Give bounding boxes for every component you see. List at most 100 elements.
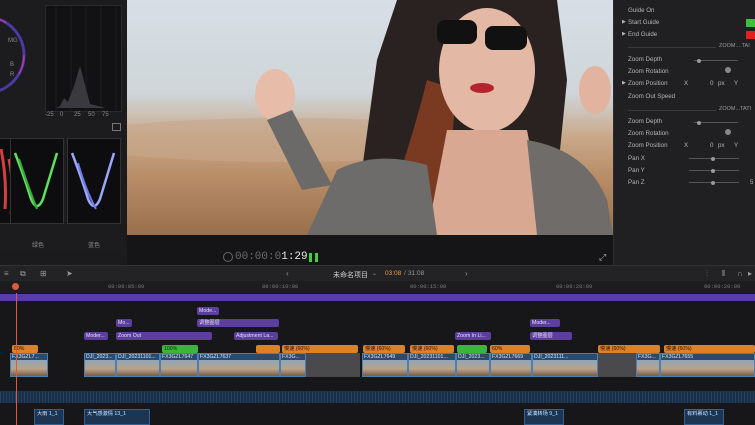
section-header-zoom-out: ZOOM...TATI — [719, 106, 752, 112]
waveform-green-label: 绿色 — [32, 243, 45, 249]
title-clip[interactable]: Zoom Out — [116, 332, 212, 340]
scope-mark-mg: MG — [8, 38, 18, 44]
zoom-depth-label: Zoom Depth — [628, 118, 663, 125]
forward-arrow-icon[interactable]: › — [465, 269, 468, 278]
speed-tag[interactable]: 慢速 (60%) — [664, 345, 755, 353]
pan-x-label: Pan X — [628, 155, 645, 162]
vectorscope — [0, 18, 26, 92]
waveform-blue — [67, 138, 121, 224]
title-clip[interactable]: Moder... — [530, 319, 560, 327]
ruler-tick: 00:00:05:00 — [108, 283, 145, 290]
playhead[interactable] — [16, 293, 17, 425]
speed-tag[interactable]: 60% — [490, 345, 530, 353]
pan-z-slider[interactable] — [689, 180, 739, 185]
title-clip[interactable]: 调整图层 — [530, 332, 572, 340]
rotation-dial-icon[interactable] — [725, 67, 731, 73]
video-clip[interactable]: DJI_2023... — [84, 353, 116, 377]
gap-clip[interactable] — [598, 353, 636, 377]
title-clip[interactable]: Zoom In Li... — [455, 332, 491, 340]
waveform-green — [10, 138, 64, 224]
video-clip[interactable]: DJI_20231101... — [116, 353, 160, 377]
end-guide-label: End Guide — [628, 31, 658, 38]
disclosure-icon[interactable]: ▶ — [622, 31, 626, 37]
select-tool-icon[interactable]: ➤ — [66, 269, 73, 278]
timeline-position: 03:08 — [385, 270, 402, 277]
speed-tag[interactable]: 慢速 (60%) — [410, 345, 454, 353]
video-clip[interactable]: FX3GZL7637 — [198, 353, 280, 377]
scope-label: 50 — [88, 112, 95, 118]
video-clip[interactable]: DJI_2023111... — [532, 353, 598, 377]
pan-y-slider[interactable] — [689, 168, 739, 173]
gap-clip[interactable] — [306, 353, 360, 377]
viewer-timecode: 00:00:01:29 — [235, 251, 308, 263]
zoom-rotation-label: Zoom Rotation — [628, 68, 669, 75]
disclosure-icon[interactable]: ▶ — [622, 19, 626, 25]
speed-tag[interactable]: 慢速 (60%) — [363, 345, 405, 353]
title-clip[interactable]: 调整图层 — [197, 319, 279, 327]
pan-x-slider[interactable] — [689, 156, 739, 161]
audio-clip[interactable]: 紧凑转场 9_1 — [524, 409, 564, 425]
snapping-icon[interactable]: ⫴ — [722, 269, 725, 279]
zoom-position-label: Zoom Position — [628, 142, 668, 149]
skimming-icon[interactable]: ⫶ — [706, 269, 708, 279]
section-header-zoom-in: ZOOM....TAI — [719, 43, 750, 49]
video-clip[interactable]: FX3GZL7655 — [660, 353, 755, 377]
video-viewer[interactable] — [127, 0, 613, 235]
px-unit: px — [718, 80, 725, 87]
zoom-depth-slider[interactable] — [694, 120, 738, 125]
pause-icon[interactable] — [309, 253, 312, 262]
video-scopes-panel: MG B R -25 0 25 50 75 绿色 蓝色 — [0, 0, 126, 250]
ruler-tick: 00:00:10:00 — [262, 283, 299, 290]
scope-label: 25 — [74, 112, 81, 118]
scope-mark-b: B — [10, 62, 15, 68]
scope-settings-icon[interactable] — [112, 123, 121, 131]
audio-waveform-strip — [0, 391, 755, 403]
index-icon[interactable]: ≡ — [4, 269, 9, 278]
waveform-blue-label: 蓝色 — [88, 243, 101, 249]
end-guide-color-swatch[interactable] — [746, 31, 755, 39]
speed-tag[interactable]: 100% — [162, 345, 198, 353]
title-clip[interactable]: Moder... — [84, 332, 108, 340]
chevron-down-icon[interactable]: ⌄ — [372, 270, 377, 277]
start-guide-label: Start Guide — [628, 19, 660, 26]
speed-tag[interactable]: 慢速 (60%) — [282, 345, 358, 353]
title-clip[interactable]: Adjustment La... — [234, 332, 278, 340]
video-clip[interactable]: FX3GZL7669 — [490, 353, 532, 377]
video-clip[interactable]: DJI_2023... — [456, 353, 490, 377]
clip-insert-icon[interactable]: ⊞ — [40, 269, 47, 278]
timecode-clock-icon — [223, 252, 233, 262]
top-adjustment-track[interactable] — [0, 294, 755, 301]
histogram — [45, 5, 122, 112]
zoom-rotation-label: Zoom Rotation — [628, 130, 669, 137]
playhead-handle[interactable] — [12, 283, 19, 290]
video-clip[interactable]: FX3GZL7647 — [160, 353, 198, 377]
scope-label: 75 — [102, 112, 109, 118]
back-arrow-icon[interactable]: ‹ — [286, 269, 289, 278]
x-value[interactable]: 0 — [710, 142, 713, 149]
audio-icon[interactable]: ∩ — [737, 269, 743, 278]
zoom-depth-slider[interactable] — [694, 58, 738, 63]
audio-clip[interactable]: 有料裹动 1_1 — [684, 409, 724, 425]
audio-clip[interactable]: 大气感激情 13_1 — [84, 409, 150, 425]
zoom-depth-label: Zoom Depth — [628, 56, 663, 63]
video-clip[interactable]: DJI_20231101... — [408, 353, 456, 377]
disclosure-icon[interactable]: ▶ — [622, 80, 626, 86]
project-name[interactable]: 未命名项目 — [333, 270, 368, 280]
speed-tag[interactable]: 慢速 (60%) — [598, 345, 660, 353]
solo-icon[interactable]: ▸ — [748, 269, 752, 278]
fullscreen-icon[interactable]: ⤢ — [599, 252, 606, 263]
pan-z-value[interactable]: 5 — [750, 179, 753, 186]
zoom-out-speed-label: Zoom Out Speed — [628, 93, 676, 100]
title-clip[interactable]: Mode... — [197, 307, 219, 315]
video-clip[interactable]: FX3GZL7649 — [362, 353, 408, 377]
title-clip[interactable]: Mo... — [116, 319, 132, 327]
audio-clip[interactable]: 大雨 1_1 — [34, 409, 64, 425]
video-clip[interactable]: FX3G... — [280, 353, 306, 377]
video-clip[interactable]: FX3G... — [636, 353, 660, 377]
start-guide-color-swatch[interactable] — [746, 19, 755, 27]
x-value[interactable]: 0 — [710, 80, 713, 87]
clip-connect-icon[interactable]: ⧉ — [20, 269, 26, 279]
rotation-dial-icon[interactable] — [725, 129, 731, 135]
speed-tag[interactable] — [457, 345, 487, 353]
speed-tag[interactable] — [256, 345, 280, 353]
